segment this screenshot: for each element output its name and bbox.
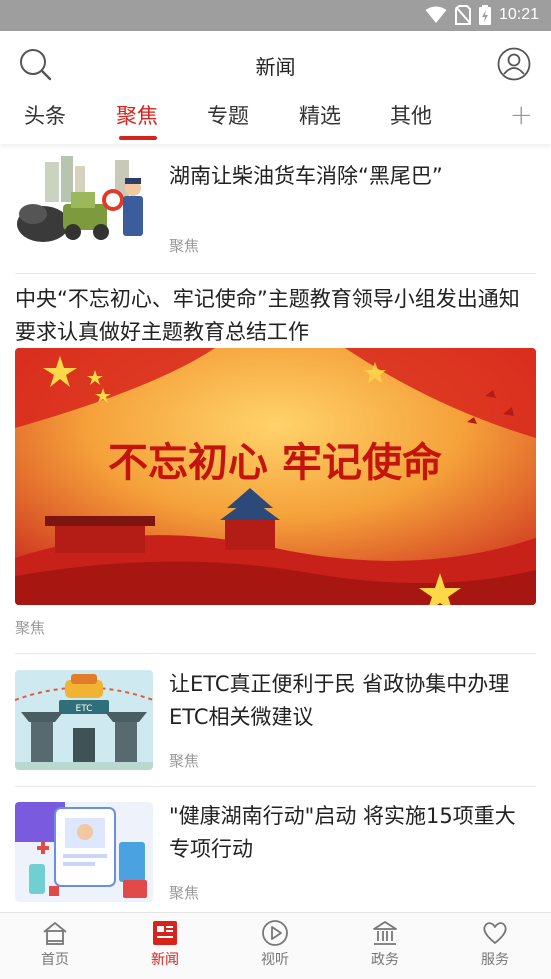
nav-news[interactable]: 新闻 — [120, 919, 210, 969]
divider — [15, 786, 536, 787]
red-banner: 不忘初心 牢记使命 — [15, 348, 536, 605]
divider — [15, 273, 536, 274]
news-feed: 湖南让柴油货车消除“黑尾巴” 聚焦 中央“不忘初心、牢记使命”主题教育领导小组发… — [0, 144, 551, 912]
news-icon — [153, 921, 177, 945]
active-tab-indicator — [119, 136, 157, 140]
page-title: 新闻 — [255, 55, 296, 79]
home-icon — [43, 921, 67, 945]
nav-services[interactable]: 服务 — [450, 919, 540, 969]
news-headline: 湖南让柴油货车消除“黑尾巴” — [169, 164, 443, 188]
play-icon — [262, 920, 288, 946]
tab-headlines[interactable]: 头条 — [24, 100, 66, 130]
news-item[interactable]: 湖南让柴油货车消除“黑尾巴” 聚焦 — [15, 152, 536, 264]
battery-charging-icon — [478, 5, 491, 25]
user-avatar-icon[interactable] — [497, 47, 531, 81]
banner-text: 不忘初心 牢记使命 — [108, 440, 442, 486]
nav-label: 服务 — [481, 952, 509, 968]
etc-toll-gate-thumbnail: ETC — [15, 670, 153, 770]
news-item[interactable]: 中央“不忘初心、牢记使命”主题教育领导小组发出通知 要求认真做好主题教育总结工作 — [15, 281, 536, 649]
tab-topics[interactable]: 专题 — [207, 100, 249, 130]
news-tag: 聚焦 — [15, 619, 46, 637]
add-tab-button[interactable]: + — [510, 98, 533, 131]
news-headline: "健康湖南行动"启动 将实施15项重大专项行动 — [169, 804, 516, 861]
svg-text:ETC: ETC — [76, 704, 93, 714]
heart-icon — [483, 922, 507, 944]
wifi-icon — [425, 6, 447, 23]
divider — [15, 653, 536, 654]
cartoon-diesel-truck-thumbnail — [15, 152, 153, 252]
status-bar: 10:21 — [0, 0, 551, 31]
tab-selected[interactable]: 精选 — [299, 100, 341, 130]
nav-label: 政务 — [371, 952, 399, 968]
nav-label: 新闻 — [151, 952, 179, 968]
status-time: 10:21 — [498, 6, 539, 23]
nav-label: 首页 — [41, 952, 69, 968]
nav-label: 视听 — [261, 952, 289, 968]
nav-media[interactable]: 视听 — [230, 919, 320, 969]
news-tag: 聚焦 — [169, 884, 200, 902]
app-header: 新闻 — [0, 31, 551, 96]
bottom-navigation: 首页 新闻 视听 政务 服务 — [0, 912, 551, 979]
red-banner-artwork: 不忘初心 牢记使命 — [15, 348, 536, 605]
nav-home[interactable]: 首页 — [10, 919, 100, 969]
nav-government[interactable]: 政务 — [340, 919, 430, 969]
news-headline: 中央“不忘初心、牢记使命”主题教育领导小组发出通知 要求认真做好主题教育总结工作 — [15, 287, 520, 344]
news-tag: 聚焦 — [169, 237, 200, 255]
news-tag: 聚焦 — [169, 752, 200, 770]
tab-others[interactable]: 其他 — [390, 100, 432, 130]
news-headline: 让ETC真正便利于民 省政协集中办理ETC相关微建议 — [169, 672, 510, 729]
news-item[interactable]: ETC 让ETC真正便利于民 省政协集中办理ETC相关微建议 聚焦 — [15, 670, 536, 772]
no-sim-icon — [454, 5, 471, 25]
category-tabs: 头条 聚焦 专题 精选 其他 + — [0, 96, 551, 144]
health-illustration-thumbnail — [15, 802, 153, 902]
news-item[interactable]: "健康湖南行动"启动 将实施15项重大专项行动 聚焦 — [15, 802, 536, 912]
government-icon — [373, 921, 397, 945]
tab-focus[interactable]: 聚焦 — [116, 100, 158, 130]
